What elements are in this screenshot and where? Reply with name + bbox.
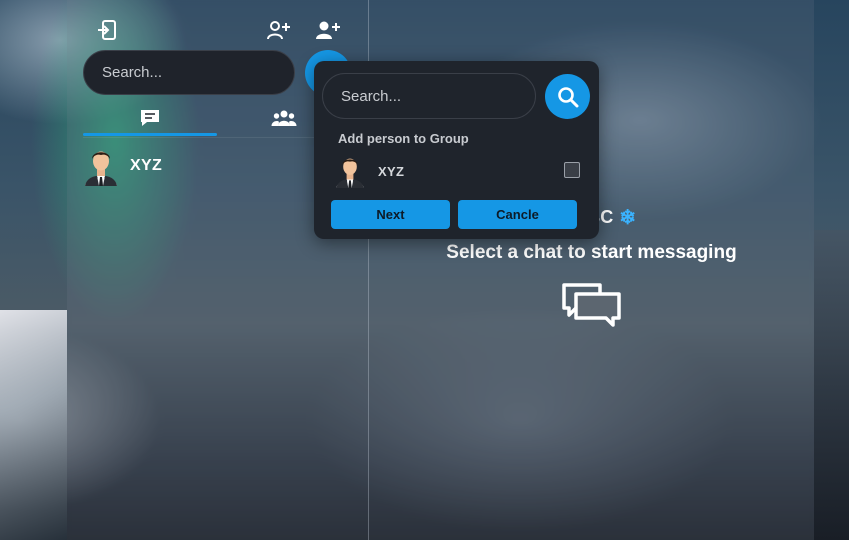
add-to-group-popup: Add person to Group XYZ Next Cancle [314,61,599,239]
chat-bubbles-icon [369,282,814,330]
avatar [336,158,364,188]
logout-icon[interactable] [96,19,120,46]
contact-name: XYZ [130,157,163,174]
popup-search-button[interactable] [545,74,590,119]
select-chat-prompt: Select a chat to start messaging [446,242,737,263]
group-icon [271,110,297,126]
popup-search-field[interactable] [322,73,536,119]
popup-member-row[interactable]: XYZ [334,154,580,188]
popup-search-input[interactable] [339,86,519,106]
next-button[interactable]: Next [331,200,450,229]
popup-member-name: XYZ [378,163,405,179]
sidebar-search-input[interactable] [100,63,278,82]
background-snow-left [0,310,67,540]
background-right-edge [814,230,849,540]
tab-chats[interactable] [83,104,217,132]
popup-heading: Add person to Group [338,131,469,146]
sidebar-search-field[interactable] [83,50,295,95]
tab-active-indicator [83,133,217,136]
search-icon [557,86,578,107]
snowflake-emoji: ❄ [619,207,636,229]
contact-item[interactable]: XYZ [83,146,162,186]
add-user-icon[interactable] [266,20,292,45]
add-group-user-icon[interactable] [314,20,342,45]
avatar [85,151,117,186]
chat-icon [141,110,159,126]
member-checkbox[interactable] [564,162,580,178]
cancel-button[interactable]: Cancle [458,200,577,229]
